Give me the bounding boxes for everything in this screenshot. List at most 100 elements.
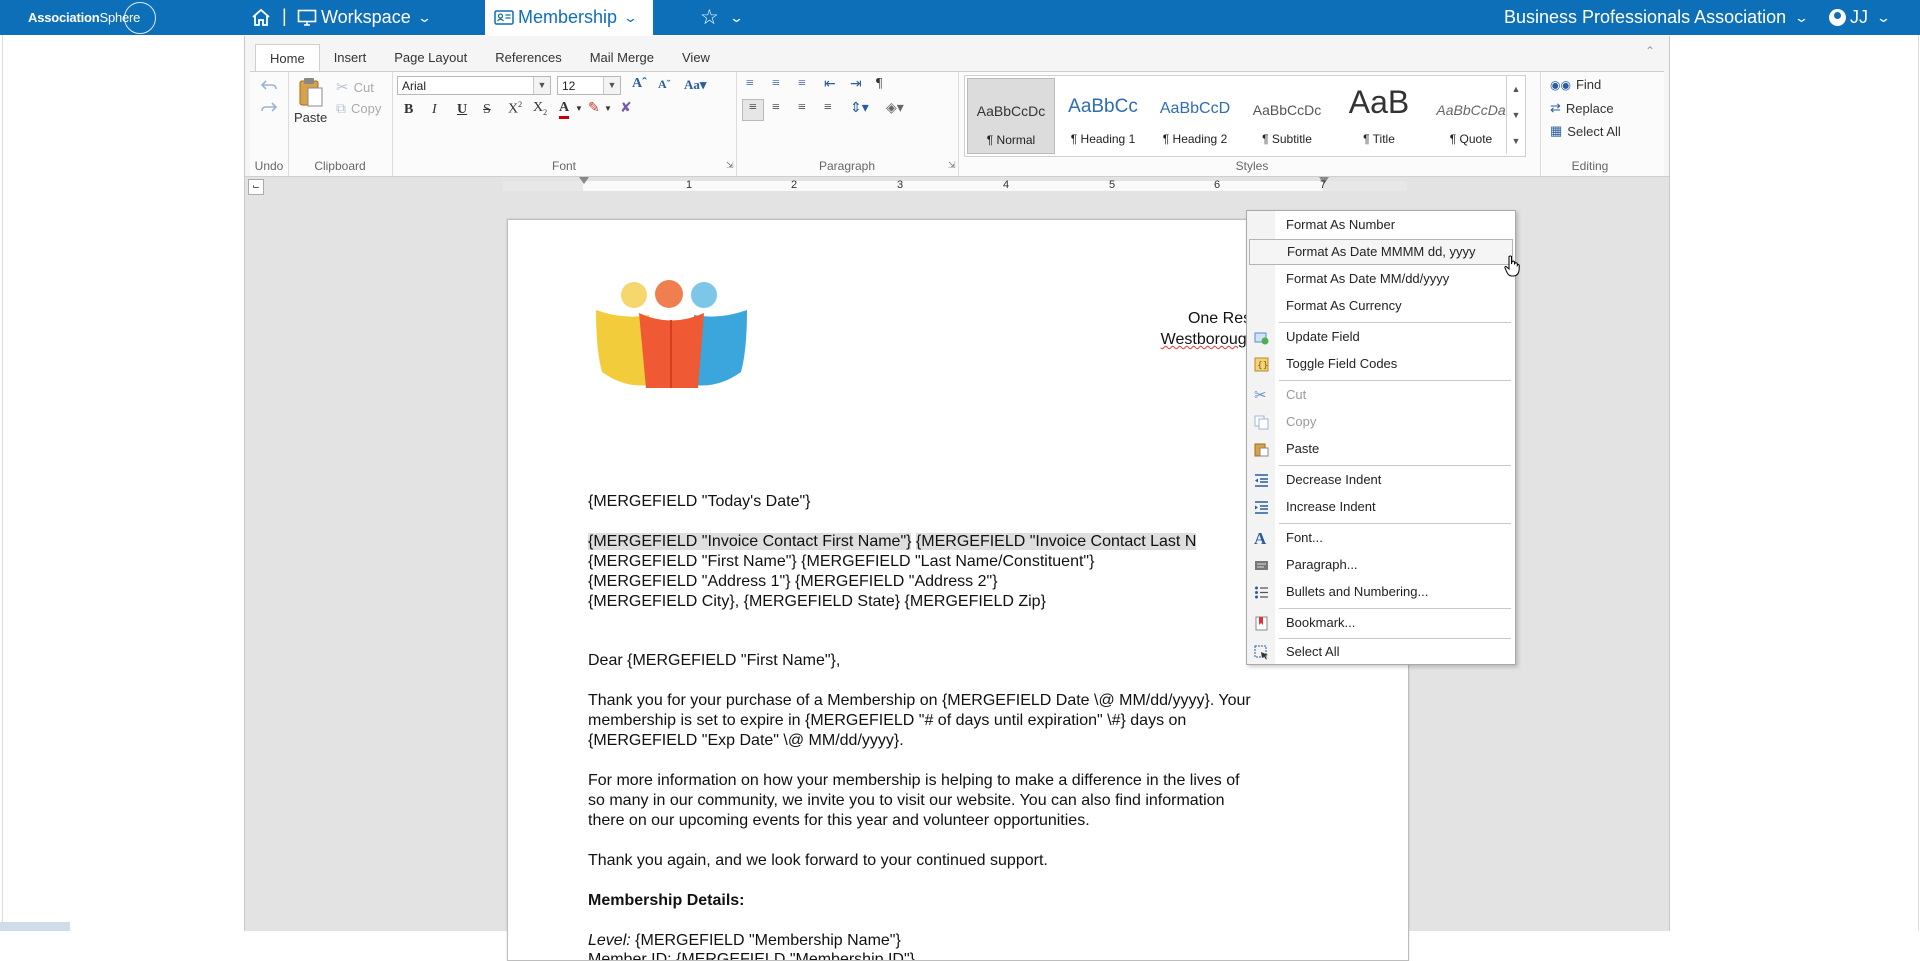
line-spacing-icon[interactable]: ⇕▾: [850, 100, 869, 117]
underline-icon[interactable]: U: [457, 102, 467, 118]
style-normal[interactable]: AaBbCcDc ¶ Normal: [967, 78, 1055, 154]
bullets-icon[interactable]: ≡: [746, 76, 754, 92]
numbering-icon[interactable]: ≡: [772, 76, 780, 92]
replace-button[interactable]: ⇄ Replace: [1550, 100, 1614, 116]
shrink-font-icon[interactable]: Aˇ: [658, 77, 671, 92]
horizontal-scrollbar-thumb[interactable]: [0, 922, 70, 931]
chevron-down-icon[interactable]: ▼: [604, 104, 612, 113]
first-line-indent-marker[interactable]: [579, 177, 589, 184]
strikethrough-icon[interactable]: S: [483, 102, 491, 118]
tab-insert[interactable]: Insert: [320, 44, 381, 70]
change-case-icon[interactable]: Aa▾: [684, 77, 706, 93]
align-center-icon[interactable]: ≡: [772, 100, 780, 116]
menu-item-paste[interactable]: Paste: [1247, 436, 1515, 462]
show-formatting-marks-icon[interactable]: ¶: [876, 76, 882, 92]
chevron-down-icon[interactable]: ▼: [575, 104, 583, 113]
body-paragraph-1-line-3[interactable]: {MERGEFIELD "Exp Date" \@ MM/dd/yyyy}.: [588, 731, 904, 751]
font-color-icon[interactable]: A: [559, 100, 570, 119]
clear-formatting-icon[interactable]: ✘: [620, 100, 632, 117]
justify-icon[interactable]: ≡: [824, 100, 832, 116]
menu-item-cut[interactable]: ✂ Cut: [1247, 382, 1515, 408]
salutation[interactable]: Dear {MERGEFIELD "First Name"},: [588, 651, 840, 671]
menu-item-format-as-number[interactable]: Format As Number: [1247, 212, 1515, 238]
tab-mail-merge[interactable]: Mail Merge: [576, 44, 668, 70]
multilevel-list-icon[interactable]: ≡: [798, 76, 806, 92]
membership-menu[interactable]: Membership ⌄: [485, 0, 653, 35]
home-button[interactable]: [251, 0, 271, 35]
tab-view[interactable]: View: [668, 44, 724, 70]
level-line[interactable]: Level: {MERGEFIELD "Membership Name"}: [588, 931, 901, 951]
copy-icon: [1254, 415, 1269, 430]
grow-font-icon[interactable]: Aˆ: [632, 76, 647, 92]
font-family-select[interactable]: Arial ▼: [397, 76, 551, 95]
increase-indent-icon[interactable]: ⇥: [850, 76, 862, 93]
mergefield-invoice-first-name[interactable]: {MERGEFIELD "Invoice Contact First Name"…: [588, 533, 912, 550]
user-menu[interactable]: JJ ⌄: [1829, 0, 1891, 35]
mergefield-city-state-zip[interactable]: {MERGEFIELD City}, {MERGEFIELD State} {M…: [588, 592, 1046, 612]
style-heading-1[interactable]: AaBbCc ¶ Heading 1: [1059, 78, 1147, 154]
menu-item-font[interactable]: A Font...: [1247, 525, 1515, 551]
undo-button[interactable]: [260, 78, 278, 92]
body-paragraph-1-line-2[interactable]: membership is set to expire in {MERGEFIE…: [588, 711, 1186, 731]
scroll-up-icon[interactable]: ▲: [1507, 76, 1525, 102]
subscript-icon[interactable]: X2: [533, 100, 547, 117]
menu-item-increase-indent[interactable]: Increase Indent: [1247, 494, 1515, 520]
mergefield-name-line[interactable]: {MERGEFIELD "First Name"} {MERGEFIELD "L…: [588, 552, 1094, 572]
style-title[interactable]: AaB ¶ Title: [1335, 78, 1423, 154]
tab-stop-selector[interactable]: ⌙: [248, 179, 264, 195]
body-paragraph-2-line-3[interactable]: there on our upcoming events for this ye…: [588, 811, 1090, 831]
collapse-ribbon-icon[interactable]: ⌃: [1645, 44, 1655, 58]
redo-button[interactable]: [260, 100, 278, 114]
style-subtitle[interactable]: AaBbCcDc ¶ Subtitle: [1243, 78, 1331, 154]
shading-icon[interactable]: ◈▾: [886, 100, 904, 117]
expand-gallery-icon[interactable]: ▼: [1507, 128, 1525, 154]
mergefield-invoice-last-name[interactable]: {MERGEFIELD "Invoice Contact Last N: [915, 533, 1197, 550]
style-heading-2[interactable]: AaBbCcD ¶ Heading 2: [1151, 78, 1239, 154]
menu-item-label: Decrease Indent: [1286, 472, 1382, 487]
font-size-select[interactable]: 12 ▼: [557, 76, 621, 95]
workspace-menu[interactable]: Workspace ⌄: [297, 0, 432, 35]
menu-item-select-all[interactable]: Select All: [1247, 639, 1515, 665]
menu-item-bookmark[interactable]: Bookmark...: [1247, 610, 1515, 636]
closing-line[interactable]: Thank you again, and we look forward to …: [588, 851, 1048, 871]
tab-page-layout[interactable]: Page Layout: [380, 44, 481, 70]
membership-details-heading[interactable]: Membership Details:: [588, 891, 744, 911]
body-paragraph-1-line-1[interactable]: Thank you for your purchase of a Members…: [588, 691, 1251, 711]
associationsphere-logo[interactable]: AssociationSphere: [28, 2, 156, 34]
paste-button[interactable]: Paste: [294, 76, 327, 125]
body-paragraph-2-line-1[interactable]: For more information on how your members…: [588, 771, 1240, 791]
bold-icon[interactable]: B: [404, 102, 413, 118]
tab-home[interactable]: Home: [255, 44, 320, 71]
menu-item-paragraph[interactable]: Paragraph...: [1247, 552, 1515, 578]
menu-item-decrease-indent[interactable]: Decrease Indent: [1247, 467, 1515, 493]
horizontal-ruler[interactable]: 1 2 3 4 5 6 7: [503, 177, 1407, 191]
menu-item-copy[interactable]: Copy: [1247, 409, 1515, 435]
favorites-menu[interactable]: ☆ ⌄: [700, 0, 744, 35]
styles-gallery-scroll[interactable]: ▲ ▼ ▼: [1506, 76, 1525, 154]
superscript-icon[interactable]: X2: [508, 100, 522, 118]
menu-item-toggle-field-codes[interactable]: {} Toggle Field Codes: [1247, 351, 1515, 377]
menu-item-update-field[interactable]: Update Field: [1247, 324, 1515, 350]
menu-item-bullets-and-numbering[interactable]: Bullets and Numbering...: [1247, 579, 1515, 605]
decrease-indent-icon[interactable]: ⇤: [824, 76, 836, 93]
style-quote[interactable]: AaBbCcDa ¶ Quote: [1427, 78, 1515, 154]
body-paragraph-2-line-2[interactable]: so many in our community, we invite you …: [588, 791, 1224, 811]
menu-item-format-as-date-long[interactable]: Format As Date MMMM dd, yyyy: [1249, 239, 1513, 265]
highlight-color-icon[interactable]: ✎: [588, 100, 600, 117]
mergefield-todays-date[interactable]: {MERGEFIELD "Today's Date"}: [588, 492, 811, 512]
menu-item-format-as-currency[interactable]: Format As Currency: [1247, 293, 1515, 319]
copy-button[interactable]: ⧉ Copy: [336, 100, 381, 117]
mergefield-address-line[interactable]: {MERGEFIELD "Address 1"} {MERGEFIELD "Ad…: [588, 572, 998, 592]
italic-icon[interactable]: I: [432, 102, 437, 118]
cut-button[interactable]: ✂ Cut: [336, 78, 374, 96]
tab-references[interactable]: References: [481, 44, 575, 70]
member-id-line[interactable]: Member ID: {MERGEFIELD "Membership ID"}: [588, 950, 915, 960]
menu-item-format-as-date-short[interactable]: Format As Date MM/dd/yyyy: [1247, 266, 1515, 292]
organization-menu[interactable]: Business Professionals Association ⌄: [1504, 0, 1809, 35]
select-all-button[interactable]: ▦ Select All: [1550, 123, 1621, 139]
bookmark-icon: [1255, 616, 1268, 631]
align-left-icon[interactable]: ≡: [742, 99, 764, 121]
scroll-down-icon[interactable]: ▼: [1507, 102, 1525, 128]
find-button[interactable]: ◉◉ Find: [1550, 77, 1601, 92]
align-right-icon[interactable]: ≡: [798, 100, 806, 116]
